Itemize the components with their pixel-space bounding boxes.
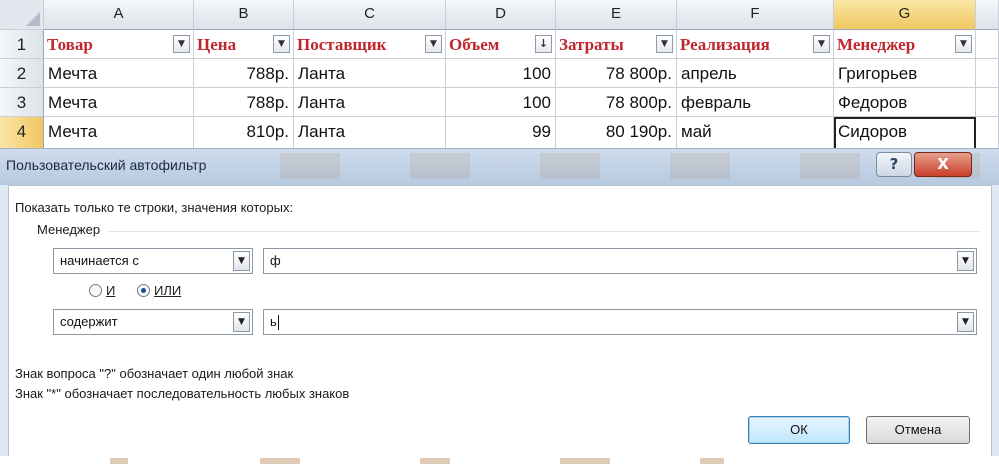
header-cell-tovar[interactable]: Товар ▼ [44,30,194,59]
cell-a3[interactable]: Мечта [44,88,194,117]
cell-f3[interactable]: февраль [677,88,834,117]
cell-e2[interactable]: 78 800р. [556,59,677,88]
filter-active-dropdown-icon[interactable]: ▼ [955,35,972,53]
filter-dropdown-icon[interactable]: ▼ [425,35,442,53]
column-header-a[interactable]: A [44,0,194,30]
value-text-2: ь [270,314,277,329]
cell-a2[interactable]: Мечта [44,59,194,88]
cell-c3[interactable]: Ланта [294,88,446,117]
radio-or[interactable]: ИЛИ [137,283,181,298]
chevron-down-icon[interactable]: ▼ [957,251,974,271]
header-cell-postavshchik[interactable]: Поставщик ▼ [294,30,446,59]
value-text-1: ф [270,253,281,268]
cell-d4[interactable]: 99 [446,117,556,150]
operator-select-2[interactable]: содержит ▼ [53,309,253,335]
cell-b3[interactable]: 788р. [194,88,294,117]
cell-a4[interactable]: Мечта [44,117,194,150]
group-divider [109,231,979,232]
active-cell-g4[interactable]: Сидоров [834,117,976,150]
ok-button[interactable]: ОК [748,416,850,444]
header-label: Объем [449,35,500,54]
row-header-2[interactable]: 2 [0,59,44,88]
empty-cell[interactable] [976,88,999,117]
cell-d3[interactable]: 100 [446,88,556,117]
filter-dropdown-icon[interactable]: ▼ [273,35,290,53]
cell-f2[interactable]: апрель [677,59,834,88]
hint-asterisk: Знак "*" обозначает последовательность л… [15,386,350,401]
instruction-text: Показать только те строки, значения кото… [15,200,294,215]
header-label: Реализация [680,35,770,54]
column-header-g[interactable]: G [834,0,976,30]
filter-dropdown-icon[interactable]: ▼ [656,35,673,53]
column-header-f[interactable]: F [677,0,834,30]
header-label: Затраты [559,35,624,54]
header-label: Цена [197,35,237,54]
text-caret [277,315,279,331]
cell-e4[interactable]: 80 190р. [556,117,677,150]
select-all-corner[interactable] [0,0,44,30]
header-cell-realizaciya[interactable]: Реализация ▼ [677,30,834,59]
background-bleed-bottom [0,456,999,466]
column-header-e[interactable]: E [556,0,677,30]
radio-and-indicator[interactable] [89,284,102,297]
header-cell-cena[interactable]: Цена ▼ [194,30,294,59]
header-cell-obem[interactable]: Объем ↓ [446,30,556,59]
header-label: Менеджер [837,35,916,54]
radio-or-label: ИЛИ [154,283,182,298]
cell-c4[interactable]: Ланта [294,117,446,150]
cell-d2[interactable]: 100 [446,59,556,88]
row-header-1[interactable]: 1 [0,30,44,59]
close-button[interactable]: X [914,152,972,177]
column-header-b[interactable]: B [194,0,294,30]
hint-question-mark: Знак вопроса "?" обозначает один любой з… [15,366,294,381]
cancel-button[interactable]: Отмена [866,416,970,444]
dialog-title-bar[interactable]: Пользовательский автофильтр ? X [0,149,999,185]
cell-f4[interactable]: май [677,117,834,150]
empty-cell[interactable] [976,59,999,88]
empty-cell[interactable] [976,117,999,150]
row-header-4[interactable]: 4 [0,117,44,150]
value-input-1[interactable]: ф ▼ [263,248,977,274]
chevron-down-icon[interactable]: ▼ [957,312,974,332]
help-button[interactable]: ? [876,152,912,177]
operator-select-1[interactable]: начинается с ▼ [53,248,253,274]
cell-c2[interactable]: Ланта [294,59,446,88]
chevron-down-icon[interactable]: ▼ [233,251,250,271]
cell-b2[interactable]: 788р. [194,59,294,88]
column-header-blank [976,0,999,30]
column-header-d[interactable]: D [446,0,556,30]
row-header-3[interactable]: 3 [0,88,44,117]
cell-e3[interactable]: 78 800р. [556,88,677,117]
column-header-c[interactable]: C [294,0,446,30]
radio-and[interactable]: И [89,283,115,298]
chevron-down-icon[interactable]: ▼ [233,312,250,332]
cell-g3[interactable]: Федоров [834,88,976,117]
header-cell-menedzher[interactable]: Менеджер ▼ [834,30,976,59]
filter-dropdown-icon[interactable]: ▼ [813,35,830,53]
header-label: Товар [47,35,93,54]
custom-autofilter-dialog: Пользовательский автофильтр ? X Показать… [0,148,999,466]
radio-or-indicator[interactable] [137,284,150,297]
empty-cell[interactable] [976,30,999,59]
cell-g2[interactable]: Григорьев [834,59,976,88]
spreadsheet-grid: A B C D E F G 1 2 3 4 Товар ▼ Цена ▼ Пос… [0,0,999,150]
dialog-title: Пользовательский автофильтр [6,157,207,173]
operator-value-2: содержит [60,314,118,329]
header-cell-zatraty[interactable]: Затраты ▼ [556,30,677,59]
value-input-2[interactable]: ь ▼ [263,309,977,335]
operator-value-1: начинается с [60,253,139,268]
filter-dropdown-icon[interactable]: ▼ [173,35,190,53]
field-name-label: Менеджер [37,222,101,237]
radio-and-label: И [106,283,116,298]
header-label: Поставщик [297,35,387,54]
sort-descending-icon[interactable]: ↓ [535,35,552,53]
cell-b4[interactable]: 810р. [194,117,294,150]
background-bleed [280,153,980,179]
